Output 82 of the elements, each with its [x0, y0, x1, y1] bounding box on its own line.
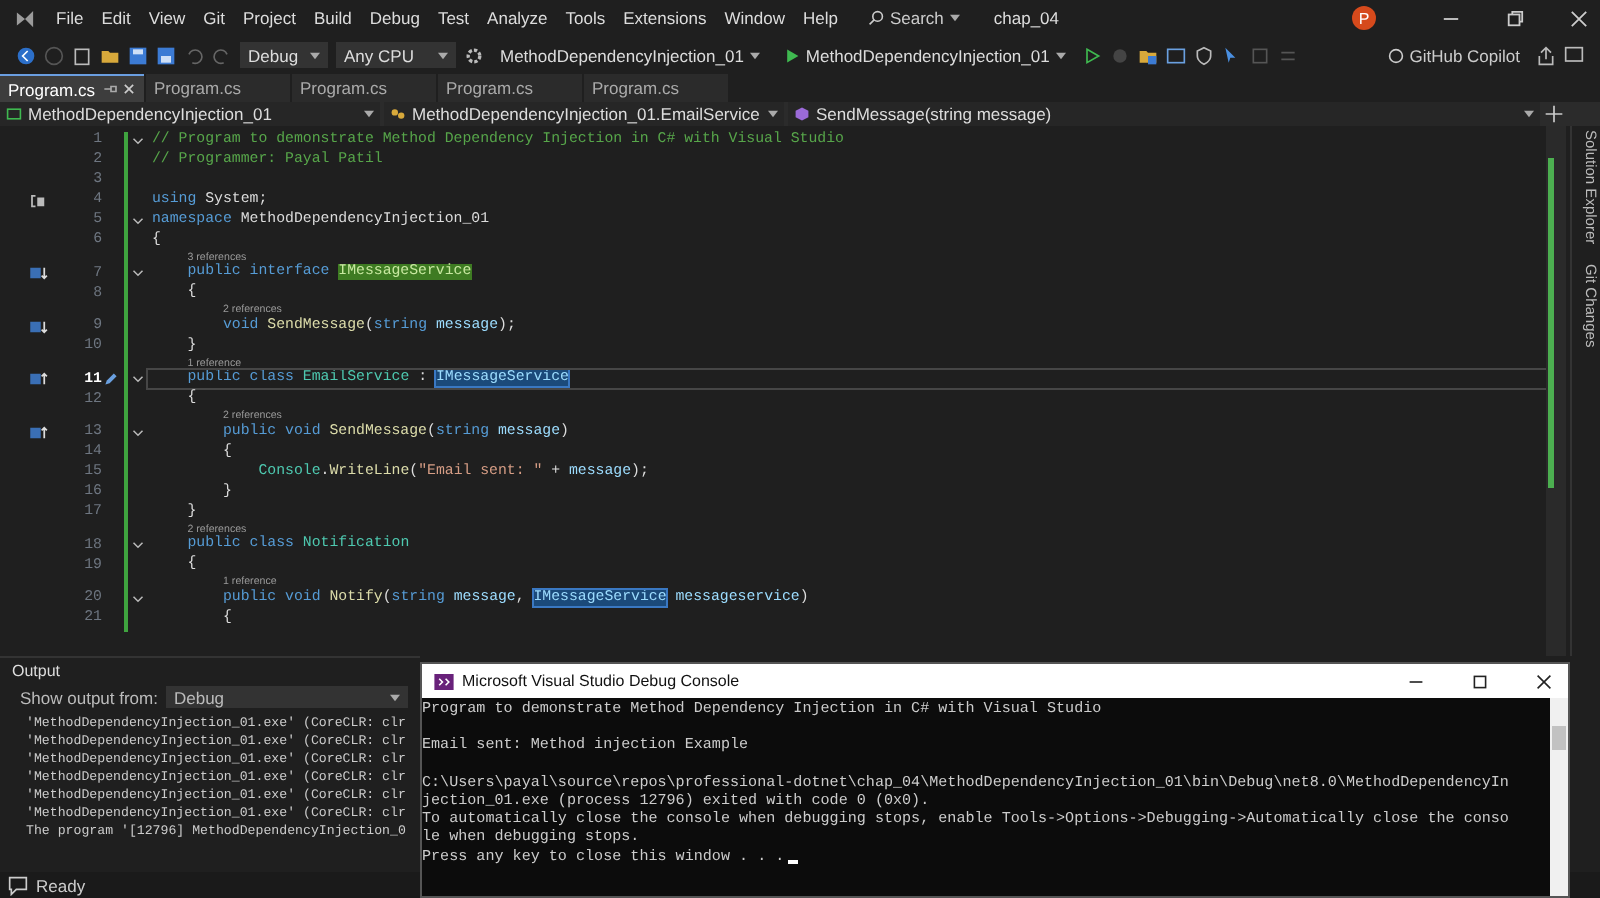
window-icon[interactable] [1165, 45, 1186, 65]
collapse-icon[interactable] [131, 135, 143, 145]
save-all-icon[interactable] [156, 45, 176, 65]
caret-icon [768, 110, 778, 118]
caret-icon [390, 693, 400, 701]
caret-icon [438, 51, 448, 59]
menu-item[interactable]: Edit [101, 8, 131, 28]
scrollbar[interactable] [1550, 698, 1568, 896]
maximize-icon[interactable] [1472, 673, 1488, 689]
status-text: Ready [36, 875, 86, 895]
add-icon[interactable] [1544, 104, 1564, 124]
caret-icon [310, 51, 320, 59]
file-tab[interactable]: Program.cs [292, 74, 436, 102]
menu-item[interactable]: Window [724, 8, 785, 28]
pin-icon[interactable] [104, 84, 119, 94]
collapse-icon[interactable] [131, 215, 143, 225]
caret-icon [364, 110, 374, 118]
implementation-up-icon[interactable] [30, 425, 48, 439]
redo-icon[interactable] [212, 45, 232, 65]
project-dropdown[interactable]: MethodDependencyInjection_01 [0, 102, 380, 126]
project-icon [6, 106, 22, 122]
menu-item[interactable]: Git [203, 8, 226, 28]
folder-icon[interactable] [1137, 45, 1158, 65]
save-icon[interactable] [128, 45, 148, 65]
platform-dropdown[interactable]: Any CPU [336, 42, 456, 68]
collapse-icon[interactable] [131, 374, 143, 384]
share-icon[interactable] [1536, 45, 1556, 65]
folder-icon[interactable] [100, 45, 120, 65]
start-button[interactable]: MethodDependencyInjection_01 [775, 42, 1074, 68]
menu-item[interactable]: Test [437, 8, 470, 28]
menu-item[interactable]: Project [243, 8, 296, 28]
shield-icon[interactable] [1193, 45, 1214, 65]
collapse-icon[interactable] [131, 427, 143, 437]
file-tab[interactable]: Program.cs [146, 74, 290, 102]
avatar[interactable]: P [1352, 6, 1376, 30]
output-source-dropdown[interactable]: Debug [165, 686, 408, 708]
type-dropdown[interactable]: MethodDependencyInjection_01.EmailService [384, 102, 784, 126]
play-icon [783, 47, 800, 63]
class-icon [390, 106, 406, 122]
back-icon[interactable] [16, 45, 36, 65]
caret-icon [1524, 110, 1534, 118]
file-tab[interactable]: Program.cs [0, 74, 144, 102]
close-icon[interactable] [1536, 673, 1552, 689]
menu-item[interactable]: Extensions [623, 8, 707, 28]
caret-icon [749, 51, 760, 59]
new-file-icon[interactable] [72, 45, 92, 65]
file-tab[interactable]: Program.cs [584, 74, 728, 102]
collapse-icon[interactable] [131, 268, 143, 278]
field-label: Show output from: [20, 687, 158, 707]
configuration-dropdown[interactable]: Debug [240, 42, 328, 68]
collapse-icon[interactable] [131, 540, 143, 550]
scrollbar[interactable] [1546, 126, 1566, 656]
menu-item[interactable]: Debug [369, 8, 420, 28]
menu-item[interactable]: Build [313, 8, 352, 28]
implementation-down-icon[interactable] [30, 319, 48, 333]
caret-icon [1055, 51, 1066, 59]
search-icon [867, 10, 884, 26]
search-button[interactable]: Search [867, 8, 960, 28]
window-title: Microsoft Visual Studio Debug Console [462, 672, 740, 690]
play-outline-icon[interactable] [1081, 45, 1102, 65]
menu-item[interactable]: Analyze [487, 8, 548, 28]
menu-item[interactable]: File [56, 8, 84, 28]
menu-item[interactable]: View [148, 8, 186, 28]
method-icon [794, 106, 810, 122]
caret-icon [949, 14, 960, 22]
copilot-button[interactable]: GitHub Copilot [1387, 45, 1520, 65]
menu-item[interactable]: Tools [565, 8, 606, 28]
pencil-icon[interactable] [104, 372, 118, 386]
undo-icon[interactable] [184, 45, 204, 65]
collapse-icon[interactable] [131, 593, 143, 603]
member-dropdown[interactable]: SendMessage(string message) [788, 102, 1540, 126]
gear-icon[interactable] [464, 45, 484, 65]
startup-project-dropdown[interactable]: MethodDependencyInjection_01 [492, 42, 768, 68]
menu-item[interactable]: Help [802, 8, 838, 28]
implementation-down-icon[interactable] [30, 266, 48, 280]
console-app-icon [434, 673, 454, 689]
file-tab[interactable]: Program.cs [438, 74, 582, 102]
implementation-up-icon[interactable] [30, 372, 48, 386]
text-cursor [788, 859, 799, 864]
restore-icon[interactable] [1506, 9, 1524, 27]
solution-name: chap_04 [993, 8, 1060, 28]
panel-title: Output [10, 660, 63, 684]
